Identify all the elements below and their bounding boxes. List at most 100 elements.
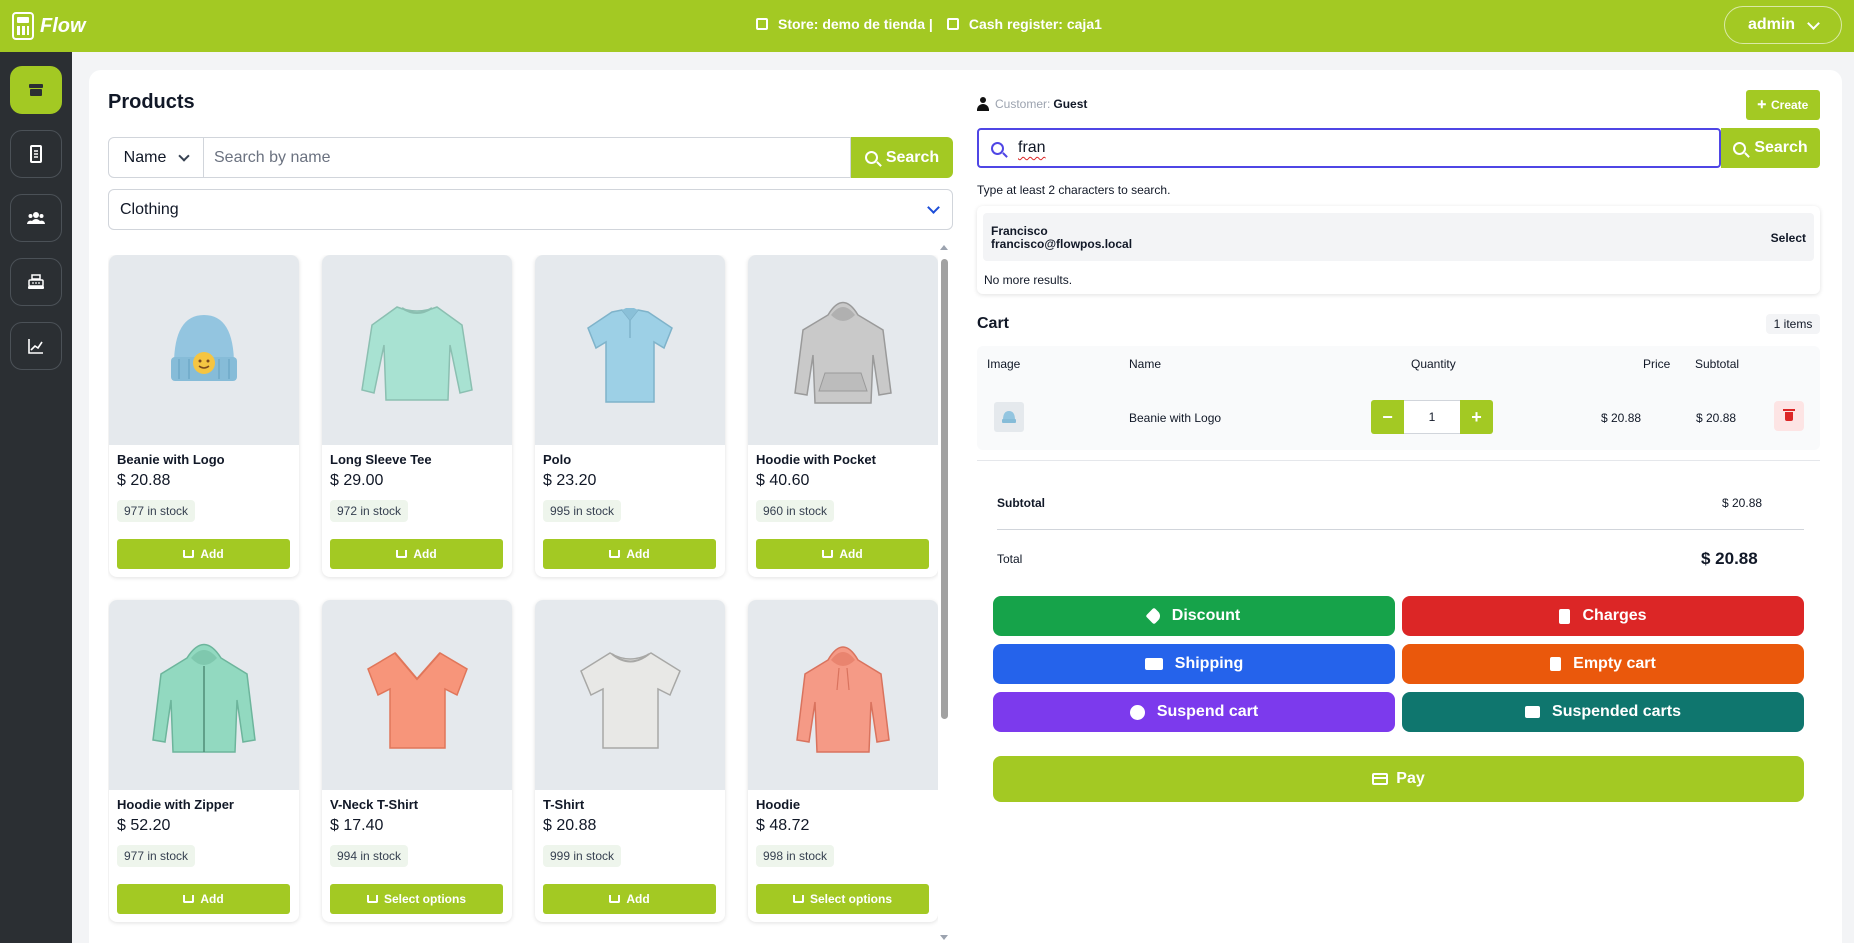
product-scrollbar[interactable]: [938, 245, 948, 943]
col-subtotal: Subtotal: [1695, 357, 1740, 371]
hoodie-with-zipper-icon: [152, 643, 256, 753]
user-plus-icon: ➕︎: [1757, 98, 1766, 111]
add-label: Add: [413, 547, 437, 561]
remove-item-button[interactable]: [1774, 401, 1804, 431]
select-options-button[interactable]: Select options: [756, 884, 929, 914]
sidebar-item-orders[interactable]: [10, 130, 62, 178]
store-info: Store: demo de tienda | Cash register: c…: [756, 16, 1102, 32]
chevron-down-icon: [178, 149, 191, 162]
product-name: Hoodie: [756, 797, 801, 812]
cart-plus-icon: [366, 895, 378, 903]
sidebar-item-reports[interactable]: [10, 322, 62, 370]
product-image: [109, 255, 299, 445]
pause-circle-icon: [1129, 704, 1145, 720]
product-price: $ 20.88: [543, 817, 597, 834]
sidebar-item-registers[interactable]: [10, 258, 62, 306]
create-customer-button[interactable]: ➕︎ Create: [1746, 90, 1820, 120]
product-search-input[interactable]: Search by name: [204, 137, 851, 178]
product-card[interactable]: Hoodie with Pocket $ 40.60 960 in stock …: [748, 255, 938, 577]
search-hint: Type at least 2 characters to search.: [977, 183, 1171, 197]
tag-icon: [1145, 607, 1163, 625]
add-to-cart-button[interactable]: Add: [117, 884, 290, 914]
product-image: [535, 255, 725, 445]
product-card[interactable]: Hoodie $ 48.72 998 in stock Select optio…: [748, 600, 938, 922]
document-dollar-icon: [1559, 608, 1571, 624]
product-price: $ 52.20: [117, 817, 171, 834]
suspend-cart-button[interactable]: Suspend cart: [993, 692, 1395, 732]
brand-name: Flow: [40, 14, 86, 37]
add-label: Select options: [383, 892, 466, 906]
product-price: $ 23.20: [543, 472, 597, 489]
decrease-quantity-button[interactable]: −: [1371, 400, 1404, 434]
category-select[interactable]: Clothing: [108, 189, 953, 230]
product-image: [322, 600, 512, 790]
search-placeholder: Search by name: [214, 148, 331, 166]
cart-plus-icon: [609, 895, 621, 903]
search-icon: [864, 151, 878, 164]
cart-table: Image Name Quantity Price Subtotal Beani…: [977, 346, 1820, 450]
brand[interactable]: Flow: [12, 12, 86, 40]
product-card[interactable]: V-Neck T-Shirt $ 17.40 994 in stock Sele…: [322, 600, 512, 922]
product-card[interactable]: Long Sleeve Tee $ 29.00 972 in stock Add: [322, 255, 512, 577]
add-to-cart-button[interactable]: Add: [117, 539, 290, 569]
add-to-cart-button[interactable]: Add: [330, 539, 503, 569]
discount-button[interactable]: Discount: [993, 596, 1395, 636]
add-to-cart-button[interactable]: Add: [756, 539, 929, 569]
suspended-carts-button[interactable]: Suspended carts: [1402, 692, 1804, 732]
total-value: $ 20.88: [1701, 549, 1758, 568]
cart-plus-icon: [183, 550, 195, 558]
pay-button[interactable]: Pay: [993, 756, 1804, 802]
search-icon: [1733, 141, 1747, 155]
product-name: T-Shirt: [543, 797, 585, 812]
charges-label: Charges: [1582, 607, 1647, 624]
suspend-cart-label: Suspend cart: [1156, 703, 1259, 720]
select-customer-button[interactable]: Select: [1771, 231, 1806, 245]
cart-item-subtotal: $ 20.88: [1696, 411, 1737, 425]
add-to-cart-button[interactable]: Add: [543, 884, 716, 914]
col-name: Name: [1129, 357, 1162, 371]
product-name: Long Sleeve Tee: [330, 452, 432, 467]
customer-search-input[interactable]: fran: [977, 128, 1721, 168]
shipping-button[interactable]: Shipping: [993, 644, 1395, 684]
cart-plus-icon: [792, 895, 804, 903]
empty-cart-button[interactable]: Empty cart: [1402, 644, 1804, 684]
add-label: Add: [200, 547, 224, 561]
product-name: Beanie with Logo: [117, 452, 225, 467]
stock-badge: 977 in stock: [117, 500, 196, 522]
create-label: Create: [1770, 98, 1809, 112]
tshirt-icon: [579, 651, 681, 749]
suspended-carts-label: Suspended carts: [1552, 703, 1681, 720]
product-card[interactable]: T-Shirt $ 20.88 999 in stock Add: [535, 600, 725, 922]
product-card[interactable]: Hoodie with Zipper $ 52.20 977 in stock …: [109, 600, 299, 922]
product-name: Polo: [543, 452, 572, 467]
customer-search-label: Search: [1754, 139, 1808, 156]
hoodie-with-pocket-icon: [794, 301, 892, 404]
scroll-up-icon[interactable]: [940, 245, 948, 250]
scrollbar-thumb[interactable]: [941, 259, 948, 719]
customer-result-item[interactable]: Francisco francisco@flowpos.local Select: [983, 213, 1814, 261]
cart-plus-icon: [609, 550, 621, 558]
user-menu-button[interactable]: admin: [1724, 6, 1842, 44]
store-icon: [756, 18, 768, 30]
v-neck-tshirt-icon: [366, 651, 468, 749]
add-label: Add: [839, 547, 863, 561]
add-label: Select options: [809, 892, 892, 906]
col-quantity: Quantity: [1411, 357, 1456, 371]
quantity-input[interactable]: 1: [1404, 400, 1460, 434]
sidebar-item-pos[interactable]: [10, 66, 62, 114]
search-field-select[interactable]: Name: [108, 137, 204, 178]
add-to-cart-button[interactable]: Add: [543, 539, 716, 569]
product-search-button[interactable]: Search: [851, 137, 953, 178]
users-icon: [27, 212, 45, 224]
search-field-value: Name: [123, 148, 167, 166]
product-card[interactable]: Beanie with Logo $ 20.88 977 in stock Ad…: [109, 255, 299, 577]
divider: [997, 529, 1804, 530]
product-card[interactable]: Polo $ 23.20 995 in stock Add: [535, 255, 725, 577]
increase-quantity-button[interactable]: +: [1460, 400, 1493, 434]
quantity-stepper: − 1 +: [1371, 400, 1493, 434]
customer-search-button[interactable]: Search: [1721, 128, 1820, 168]
sidebar-item-customers[interactable]: [10, 194, 62, 242]
select-options-button[interactable]: Select options: [330, 884, 503, 914]
scroll-down-icon[interactable]: [940, 935, 948, 940]
charges-button[interactable]: Charges: [1402, 596, 1804, 636]
